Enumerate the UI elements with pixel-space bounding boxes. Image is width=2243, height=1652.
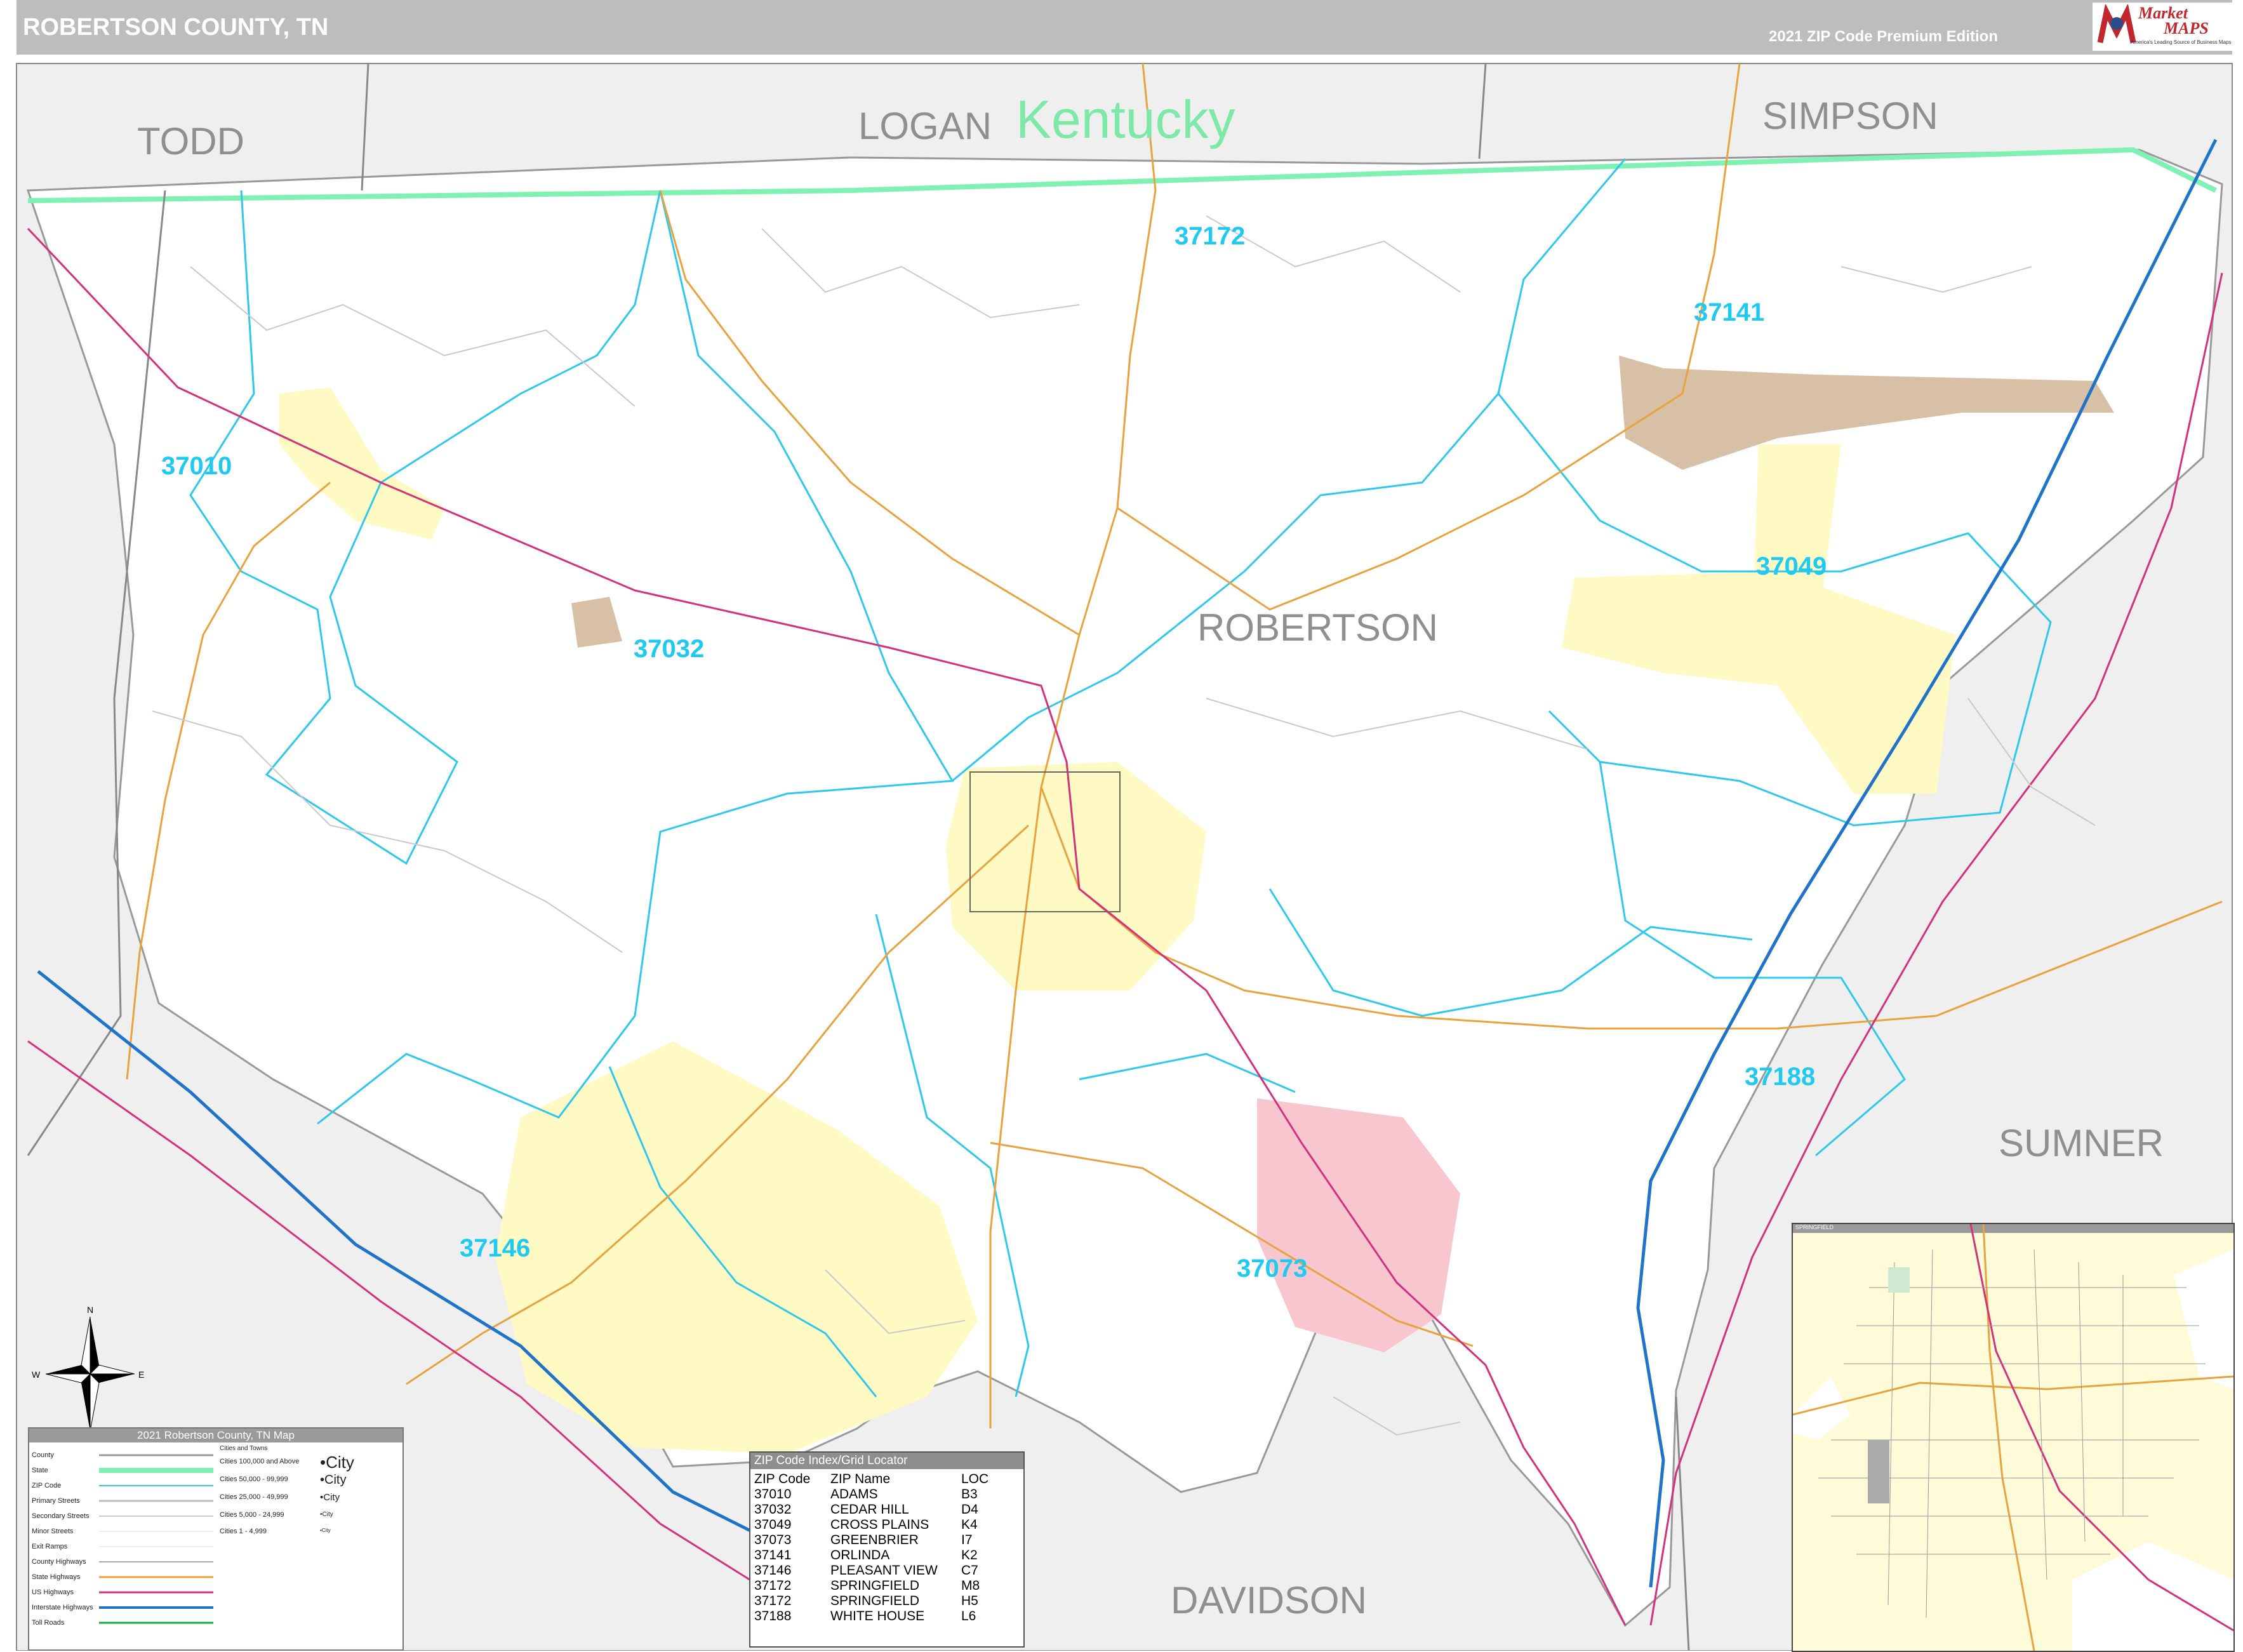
zip-index-loc: L6	[961, 1609, 976, 1623]
zip-index-zip: 37172	[754, 1594, 792, 1608]
map-title: ROBERTSON COUNTY, TN	[23, 14, 329, 41]
legend-city-sample-1: •City	[320, 1453, 354, 1472]
zip-label-37073: 37073	[1237, 1255, 1308, 1282]
zip-index-name: PLEASANT VIEW	[830, 1563, 938, 1578]
zip-index-zip: 37146	[754, 1563, 792, 1578]
zip-index-loc: C7	[961, 1563, 978, 1578]
zip-label-37188: 37188	[1745, 1063, 1816, 1091]
map-legend: 2021 Robertson County, TN Map County Sta…	[28, 1427, 404, 1651]
zip-label-37141: 37141	[1694, 298, 1765, 326]
inset-streets	[1793, 1224, 2233, 1651]
county-label-robertson: ROBERTSON	[1197, 606, 1438, 649]
legend-city-sample-3: •City	[320, 1492, 340, 1503]
market-maps-logo: Market MAPS America's Leading Source of …	[2093, 3, 2243, 51]
zip-index-name: SPRINGFIELD	[830, 1594, 920, 1608]
springfield-inset-map: SPRINGFIELD	[1792, 1223, 2235, 1652]
county-label-simpson: SIMPSON	[1762, 95, 1938, 137]
zip-index-name: SPRINGFIELD	[830, 1578, 920, 1593]
zip-index-loc: D4	[961, 1502, 978, 1517]
zip-index-loc: B3	[961, 1487, 978, 1502]
legend-cities-title: Cities and Towns	[220, 1445, 268, 1452]
zip-label-37172: 37172	[1175, 222, 1246, 250]
zip-index-name: WHITE HOUSE	[830, 1609, 925, 1623]
zip-index-header-zip: ZIP Code	[754, 1472, 811, 1486]
state-label-kentucky: Kentucky	[1016, 90, 1235, 149]
zip-label-37010: 37010	[161, 452, 232, 480]
legend-city-range-2: Cities 50,000 - 99,999	[220, 1475, 288, 1483]
zip-index-table: ZIP Code Index/Grid Locator ZIP Code ZIP…	[749, 1451, 1025, 1648]
zip-index-loc: K2	[961, 1548, 978, 1562]
zip-label-37032: 37032	[634, 635, 705, 663]
zip-index-name: GREENBRIER	[830, 1533, 919, 1547]
county-label-davidson: DAVIDSON	[1171, 1579, 1367, 1622]
zip-index-loc: K4	[961, 1517, 978, 1532]
legend-city-sample-5: •City	[320, 1528, 331, 1533]
header-bar: ROBERTSON COUNTY, TN 2021 ZIP Code Premi…	[17, 0, 2243, 55]
svg-text:N: N	[87, 1305, 93, 1315]
zip-label-37049: 37049	[1756, 552, 1827, 580]
legend-city-sample-2: •City	[320, 1473, 347, 1487]
zip-index-loc: M8	[961, 1578, 980, 1593]
zip-index-zip: 37049	[754, 1517, 792, 1532]
legend-city-range-4: Cities 5,000 - 24,999	[220, 1511, 284, 1519]
legend-city-range-1: Cities 100,000 and Above	[220, 1458, 300, 1465]
logo-word-maps: MAPS	[2164, 19, 2209, 37]
zip-label-37146: 37146	[460, 1234, 531, 1262]
zip-index-header-loc: LOC	[961, 1472, 989, 1486]
zip-index-header-name: ZIP Name	[830, 1472, 891, 1486]
zip-index-loc: H5	[961, 1594, 978, 1608]
zip-index-name: CROSS PLAINS	[830, 1517, 929, 1532]
svg-text:W: W	[32, 1369, 41, 1380]
zip-index-zip: 37141	[754, 1548, 792, 1562]
zip-index-title: ZIP Code Index/Grid Locator	[750, 1453, 1023, 1469]
svg-text:E: E	[138, 1369, 144, 1380]
zip-index-zip: 37172	[754, 1578, 792, 1593]
zip-index-zip: 37073	[754, 1533, 792, 1547]
zip-index-name: CEDAR HILL	[830, 1502, 909, 1517]
county-label-logan: LOGAN	[858, 105, 992, 147]
county-label-todd: TODD	[137, 120, 244, 163]
zip-index-zip: 37010	[754, 1487, 792, 1502]
logo-tagline: America's Leading Source of Business Map…	[2131, 39, 2232, 45]
zip-index-name: ADAMS	[830, 1487, 878, 1502]
zip-index-loc: I7	[961, 1533, 973, 1547]
zip-index-name: ORLINDA	[830, 1548, 890, 1562]
legend-city-range-5: Cities 1 - 4,999	[220, 1528, 267, 1535]
legend-city-sample-4: •City	[320, 1511, 333, 1518]
legend-city-range-3: Cities 25,000 - 49,999	[220, 1493, 288, 1501]
edition-label: 2021 ZIP Code Premium Edition	[1769, 28, 1998, 45]
zip-index-zip: 37188	[754, 1609, 792, 1623]
county-label-sumner: SUMNER	[1999, 1122, 2164, 1164]
zip-index-zip: 37032	[754, 1502, 792, 1517]
